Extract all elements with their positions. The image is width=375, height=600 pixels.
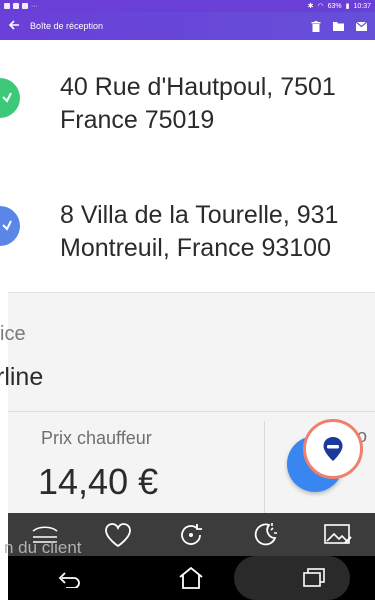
- dropoff-address-line1: 8 Villa de la Tourelle, 931: [60, 201, 339, 229]
- trash-icon[interactable]: [310, 20, 321, 32]
- notification-icon: [4, 3, 10, 9]
- back-arrow-icon[interactable]: [8, 19, 24, 33]
- folder-icon[interactable]: [333, 21, 344, 32]
- notification-icon: [22, 3, 28, 9]
- location-marker-button[interactable]: [303, 419, 363, 479]
- recents-icon[interactable]: [294, 562, 334, 594]
- map-marker-icon: [323, 437, 343, 461]
- mail-icon[interactable]: [356, 21, 367, 32]
- notification-icons: ···: [4, 3, 38, 10]
- client-name-fragment: n du client: [4, 538, 82, 557]
- app-bar: Boîte de réception: [0, 12, 375, 40]
- back-icon[interactable]: [49, 562, 89, 594]
- pickup-marker-icon: [0, 78, 20, 118]
- pickup-address-line2: France 75019: [60, 106, 215, 134]
- heart-icon[interactable]: [100, 520, 136, 550]
- service-value: rline: [0, 363, 44, 391]
- notification-icon: [13, 3, 19, 9]
- page-title: Boîte de réception: [30, 21, 104, 31]
- divider: [8, 411, 375, 412]
- service-label: vice: [0, 323, 26, 345]
- system-nav-bar: [8, 556, 375, 600]
- pickup-address: 40 Rue d'Hautpoul, 7501 France 75019: [60, 71, 336, 137]
- driver-price-value: 14,40 €: [38, 461, 159, 502]
- bluetooth-icon: ✱: [307, 3, 314, 10]
- status-bar: ··· ✱ ◠ 63% ▮ 10:37: [0, 0, 375, 12]
- vertical-divider: [264, 421, 265, 513]
- pickup-address-line1: 40 Rue d'Hautpoul, 7501: [60, 73, 336, 101]
- status-time: 10:37: [353, 2, 371, 10]
- dropoff-address-line2: Montreuil, France 93100: [60, 234, 331, 262]
- more-notifications-icon: ···: [31, 2, 38, 10]
- image-edit-icon[interactable]: [320, 520, 356, 550]
- dropoff-marker-icon: [0, 206, 20, 246]
- battery-icon: ▮: [345, 3, 350, 10]
- battery-level: 63%: [327, 2, 342, 10]
- wifi-icon: ◠: [317, 3, 324, 10]
- driver-price-label: Prix chauffeur: [41, 428, 152, 448]
- dropoff-address: 8 Villa de la Tourelle, 931 Montreuil, F…: [60, 199, 338, 265]
- night-mode-icon[interactable]: [247, 520, 283, 550]
- rotate-icon[interactable]: [173, 520, 209, 550]
- home-icon[interactable]: [171, 562, 211, 594]
